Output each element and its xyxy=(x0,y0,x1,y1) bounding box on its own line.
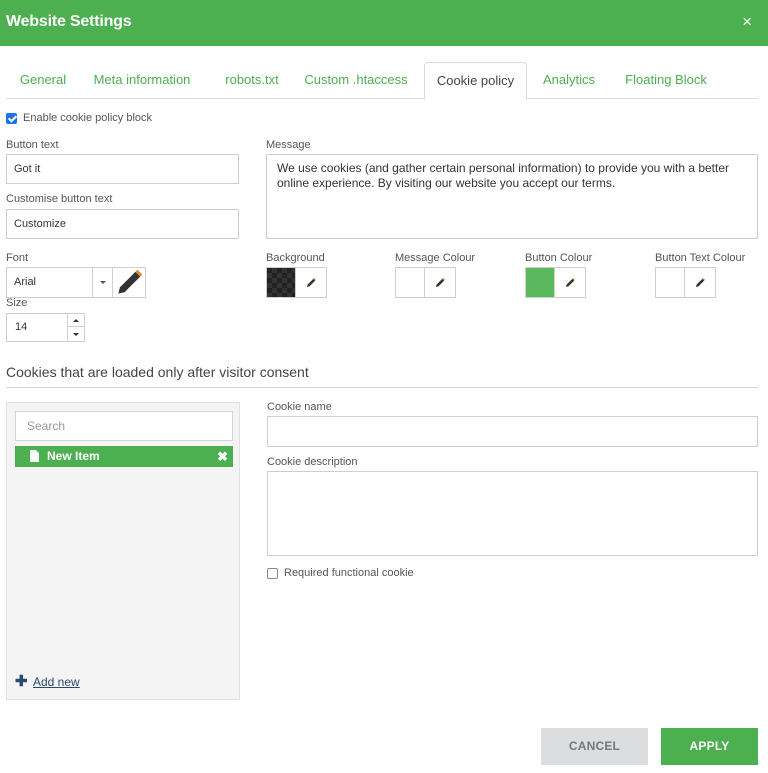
button-text-colour-label: Button Text Colour xyxy=(655,252,746,264)
font-label: Font xyxy=(6,252,29,264)
enable-cookie-policy-checkbox[interactable] xyxy=(6,113,17,124)
pencil-icon xyxy=(436,277,445,287)
plus-icon[interactable]: ✚ xyxy=(15,674,28,689)
size-stepper[interactable]: 14 xyxy=(6,313,85,342)
size-spinner xyxy=(67,314,85,341)
tab-general[interactable]: General xyxy=(12,62,74,99)
background-pencil-button[interactable] xyxy=(296,268,326,297)
dialog-title: Website Settings xyxy=(6,13,132,30)
background-label: Background xyxy=(266,252,325,264)
tab-cookie-policy[interactable]: Cookie policy xyxy=(424,62,527,100)
cookie-list-panel: Search New Item ✖ ✚ Add new xyxy=(6,402,240,700)
pencil-icon xyxy=(307,277,316,287)
tab-floating-block[interactable]: Floating Block xyxy=(618,62,714,99)
pencil-icon xyxy=(566,277,575,287)
background-swatch[interactable] xyxy=(267,268,296,297)
increment-icon[interactable] xyxy=(68,314,85,327)
cookies-section-title: Cookies that are loaded only after visit… xyxy=(6,364,309,380)
message-colour-swatch[interactable] xyxy=(396,268,425,297)
button-colour-pencil-button[interactable] xyxy=(555,268,585,297)
size-value[interactable]: 14 xyxy=(15,314,27,341)
chevron-down-icon[interactable] xyxy=(92,268,112,297)
button-text-colour-pencil-button[interactable] xyxy=(685,268,715,297)
tab-custom-htaccess[interactable]: Custom .htaccess xyxy=(300,62,412,99)
required-functional-cookie-label: Required functional cookie xyxy=(284,567,414,579)
file-icon xyxy=(30,450,39,462)
font-select[interactable]: Arial xyxy=(6,267,146,298)
tab-meta-information[interactable]: Meta information xyxy=(86,62,198,99)
tab-bar: General Meta information robots.txt Cust… xyxy=(6,62,758,100)
button-text-input[interactable]: Got it xyxy=(6,154,239,184)
add-new-link[interactable]: Add new xyxy=(33,675,80,689)
pencil-icon xyxy=(696,277,705,287)
message-colour-label: Message Colour xyxy=(395,252,476,264)
message-colour-picker[interactable] xyxy=(395,267,456,298)
message-textarea[interactable]: We use cookies (and gather certain perso… xyxy=(266,154,758,239)
cookie-name-label: Cookie name xyxy=(267,401,332,413)
font-pencil-button[interactable] xyxy=(112,268,145,297)
message-colour-pencil-button[interactable] xyxy=(425,268,455,297)
apply-button[interactable]: APPLY xyxy=(661,728,758,765)
section-divider xyxy=(6,387,758,388)
size-label: Size xyxy=(6,297,28,309)
cancel-button[interactable]: CANCEL xyxy=(541,728,648,765)
enable-cookie-policy-label: Enable cookie policy block xyxy=(23,112,153,124)
cookie-description-textarea[interactable] xyxy=(267,471,758,556)
tab-robots-txt[interactable]: robots.txt xyxy=(212,62,292,99)
cookie-description-label: Cookie description xyxy=(267,456,358,468)
button-text-label: Button text xyxy=(6,139,59,151)
button-colour-picker[interactable] xyxy=(525,267,586,298)
background-color-picker[interactable] xyxy=(266,267,327,298)
message-label: Message xyxy=(266,139,311,151)
list-item-label: New Item xyxy=(47,449,100,463)
decrement-icon[interactable] xyxy=(68,328,85,341)
button-colour-label: Button Colour xyxy=(525,252,593,264)
list-item[interactable]: New Item ✖ xyxy=(15,446,233,467)
cookie-search-input[interactable]: Search xyxy=(15,411,233,441)
customise-button-text-label: Customise button text xyxy=(6,193,113,205)
button-text-colour-picker[interactable] xyxy=(655,267,716,298)
required-functional-cookie-checkbox[interactable] xyxy=(267,568,278,579)
button-text-colour-swatch[interactable] xyxy=(656,268,685,297)
font-select-value: Arial xyxy=(14,276,37,288)
button-colour-swatch[interactable] xyxy=(526,268,555,297)
remove-icon[interactable]: ✖ xyxy=(217,446,228,467)
dialog-header: Website Settings × xyxy=(0,0,768,46)
cookie-name-input[interactable] xyxy=(267,416,758,447)
pencil-icon xyxy=(118,269,143,294)
customise-button-text-input[interactable]: Customize xyxy=(6,209,239,239)
tab-analytics[interactable]: Analytics xyxy=(536,62,602,99)
close-icon[interactable]: × xyxy=(742,12,752,32)
